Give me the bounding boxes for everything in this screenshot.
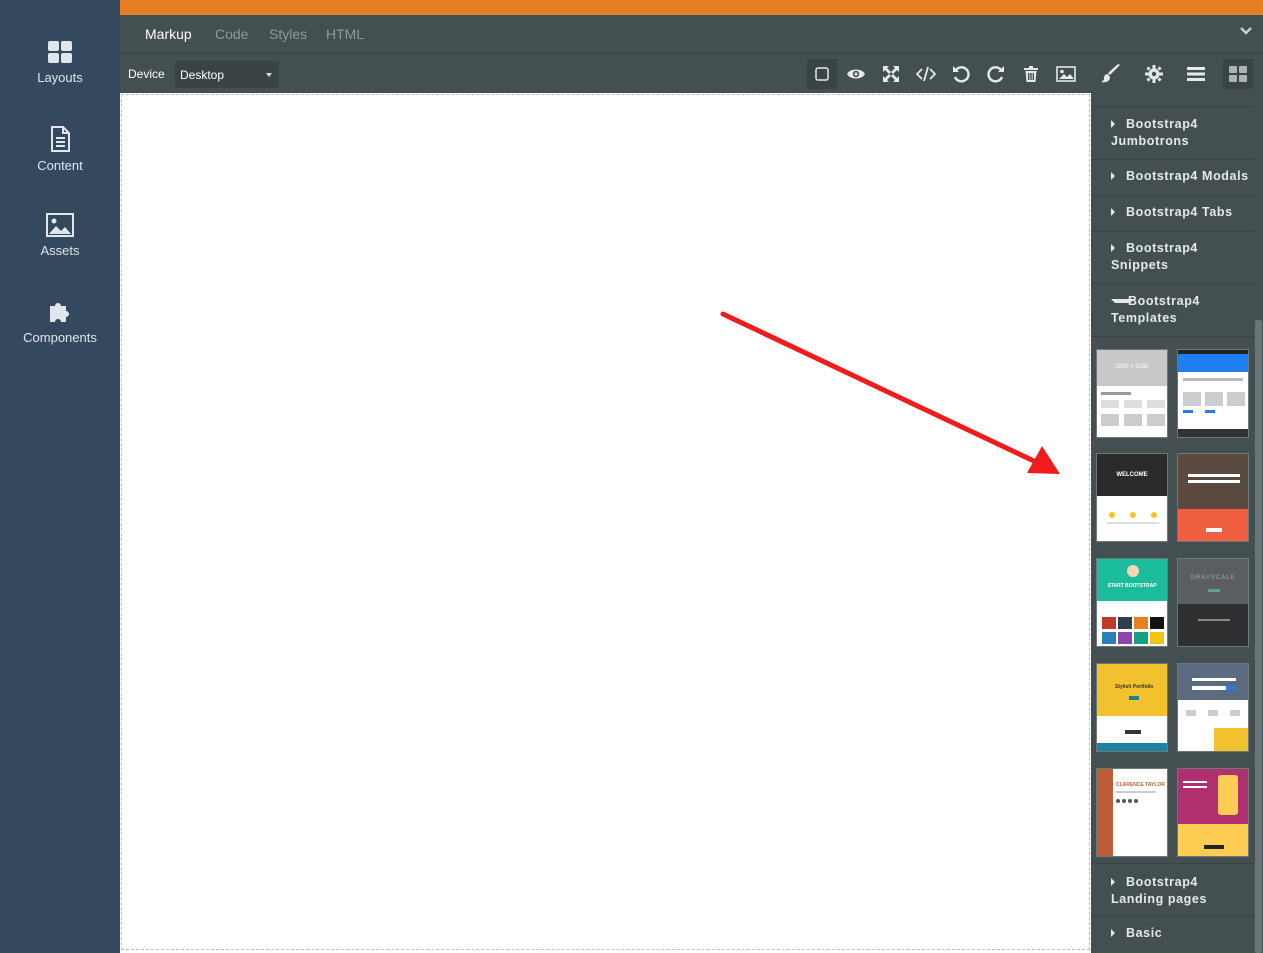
template-thumb-text: WELCOME bbox=[1116, 472, 1148, 478]
category-title-2: Snippets bbox=[1111, 258, 1169, 272]
category-bootstrap4-templates[interactable]: Bootstrap4 Templates bbox=[1091, 284, 1254, 337]
settings-button[interactable] bbox=[1139, 59, 1169, 89]
code-icon bbox=[916, 66, 936, 82]
panel-scrollbar[interactable] bbox=[1254, 93, 1263, 953]
category-title-2: Templates bbox=[1111, 311, 1178, 325]
puzzle-icon bbox=[50, 303, 69, 322]
template-thumb-text: CLARENCE TAYLOR bbox=[1116, 782, 1165, 788]
eye-icon bbox=[847, 69, 865, 79]
fullscreen-button[interactable] bbox=[876, 59, 906, 89]
tab-markup[interactable]: Markup bbox=[145, 26, 192, 42]
template-thumb-3[interactable]: WELCOME bbox=[1096, 453, 1168, 542]
undo-icon bbox=[953, 66, 970, 83]
canvas-frame[interactable] bbox=[120, 93, 1091, 953]
category-title: Bootstrap4 Modals bbox=[1126, 169, 1249, 183]
category-bootstrap4-modals[interactable]: Bootstrap4 Modals bbox=[1091, 160, 1254, 196]
style-manager-button[interactable] bbox=[1096, 59, 1126, 89]
trash-icon bbox=[1024, 66, 1038, 82]
layer-manager-button[interactable] bbox=[1181, 59, 1211, 89]
menu-icon bbox=[1187, 67, 1205, 81]
category-title-2: Jumbotrons bbox=[1111, 134, 1190, 148]
category-bootstrap4-tabs[interactable]: Bootstrap4 Tabs bbox=[1091, 196, 1254, 232]
gear-icon bbox=[1145, 65, 1163, 83]
template-thumb-text: Stylish Portfolio bbox=[1115, 684, 1154, 690]
category-title-2: Landing pages bbox=[1111, 892, 1208, 906]
category-bootstrap4-landing-pages[interactable]: Bootstrap4 Landing pages bbox=[1091, 863, 1254, 916]
editor-tabs: Markup Code Styles HTML bbox=[120, 15, 1263, 53]
square-icon bbox=[815, 67, 829, 81]
accent-bar bbox=[120, 0, 1263, 15]
category-bootstrap4-jumbotrons[interactable]: Bootstrap4 Jumbotrons bbox=[1091, 108, 1254, 160]
sidebar-item-components[interactable]: Components bbox=[0, 298, 120, 345]
sidebar-item-label: Layouts bbox=[37, 70, 83, 85]
sidebar-item-label: Content bbox=[37, 158, 83, 173]
sw-visibility-button[interactable] bbox=[807, 59, 837, 89]
image-icon bbox=[1056, 66, 1076, 82]
blocks-icon bbox=[1229, 66, 1247, 82]
undo-button[interactable] bbox=[946, 59, 976, 89]
category-partial bbox=[1091, 93, 1254, 107]
template-thumb-8[interactable] bbox=[1177, 663, 1249, 752]
sidebar-item-label: Assets bbox=[40, 243, 80, 258]
caret-right-icon bbox=[1111, 929, 1130, 937]
device-select-value: Desktop bbox=[180, 68, 225, 82]
template-thumb-text: GRAYSCALE bbox=[1190, 575, 1236, 581]
device-label: Device bbox=[128, 67, 165, 81]
export-code-button[interactable] bbox=[911, 59, 941, 89]
sidebar-item-content[interactable]: Content bbox=[0, 126, 120, 173]
template-thumb-7[interactable]: Stylish Portfolio bbox=[1096, 663, 1168, 752]
canvas-body[interactable] bbox=[121, 94, 1090, 950]
category-title: Bootstrap4 Tabs bbox=[1126, 205, 1233, 219]
category-title: Basic bbox=[1126, 926, 1163, 940]
template-thumb-1[interactable]: 1900 × 1280 bbox=[1096, 349, 1168, 438]
caret-right-icon bbox=[1111, 172, 1130, 180]
template-thumb-5[interactable]: START BOOTSTRAP bbox=[1096, 558, 1168, 647]
caret-down-icon bbox=[1111, 299, 1134, 303]
left-sidebar: Layouts Content Assets Components bbox=[0, 0, 120, 953]
template-thumb-4[interactable] bbox=[1177, 453, 1249, 542]
redo-icon bbox=[987, 66, 1004, 83]
caret-right-icon bbox=[1111, 208, 1130, 216]
template-thumb-2[interactable] bbox=[1177, 349, 1249, 438]
device-select[interactable]: Desktop bbox=[175, 61, 279, 88]
template-thumb-text: START BOOTSTRAP bbox=[1107, 583, 1157, 589]
tab-code[interactable]: Code bbox=[215, 26, 248, 42]
chevron-down-icon[interactable] bbox=[1239, 26, 1253, 36]
category-bootstrap4-snippets[interactable]: Bootstrap4 Snippets bbox=[1091, 232, 1254, 284]
tab-html[interactable]: HTML bbox=[326, 26, 364, 42]
tab-styles[interactable]: Styles bbox=[269, 26, 307, 42]
category-title: Bootstrap4 bbox=[1126, 875, 1198, 889]
blocks-panel: Bootstrap4 Jumbotrons Bootstrap4 Modals … bbox=[1091, 93, 1263, 953]
layouts-icon bbox=[48, 41, 72, 63]
toolbar: Device Desktop bbox=[120, 53, 1263, 93]
template-thumb-10[interactable] bbox=[1177, 768, 1249, 857]
preview-button[interactable] bbox=[841, 59, 871, 89]
template-thumb-text: 1900 × 1280 bbox=[1115, 364, 1149, 370]
import-image-button[interactable] bbox=[1051, 59, 1081, 89]
template-thumb-9[interactable]: CLARENCE TAYLOR bbox=[1096, 768, 1168, 857]
sidebar-item-assets[interactable]: Assets bbox=[0, 213, 120, 258]
category-basic[interactable]: Basic bbox=[1091, 916, 1254, 953]
caret-right-icon bbox=[1111, 120, 1130, 128]
category-title: Bootstrap4 bbox=[1126, 241, 1198, 255]
caret-right-icon bbox=[1111, 244, 1130, 252]
caret-right-icon bbox=[1111, 878, 1130, 886]
caret-down-icon bbox=[266, 73, 272, 77]
sidebar-item-label: Components bbox=[23, 330, 97, 345]
panel-scrollbar-thumb[interactable] bbox=[1255, 320, 1262, 953]
blocks-button[interactable] bbox=[1223, 59, 1253, 89]
category-title: Bootstrap4 bbox=[1126, 117, 1198, 131]
clear-canvas-button[interactable] bbox=[1016, 59, 1046, 89]
file-icon bbox=[51, 126, 70, 152]
fullscreen-icon bbox=[883, 66, 899, 82]
template-thumb-6[interactable]: GRAYSCALE bbox=[1177, 558, 1249, 647]
brush-icon bbox=[1101, 64, 1120, 83]
redo-button[interactable] bbox=[981, 59, 1011, 89]
image-icon bbox=[46, 213, 74, 237]
sidebar-item-layouts[interactable]: Layouts bbox=[0, 40, 120, 85]
